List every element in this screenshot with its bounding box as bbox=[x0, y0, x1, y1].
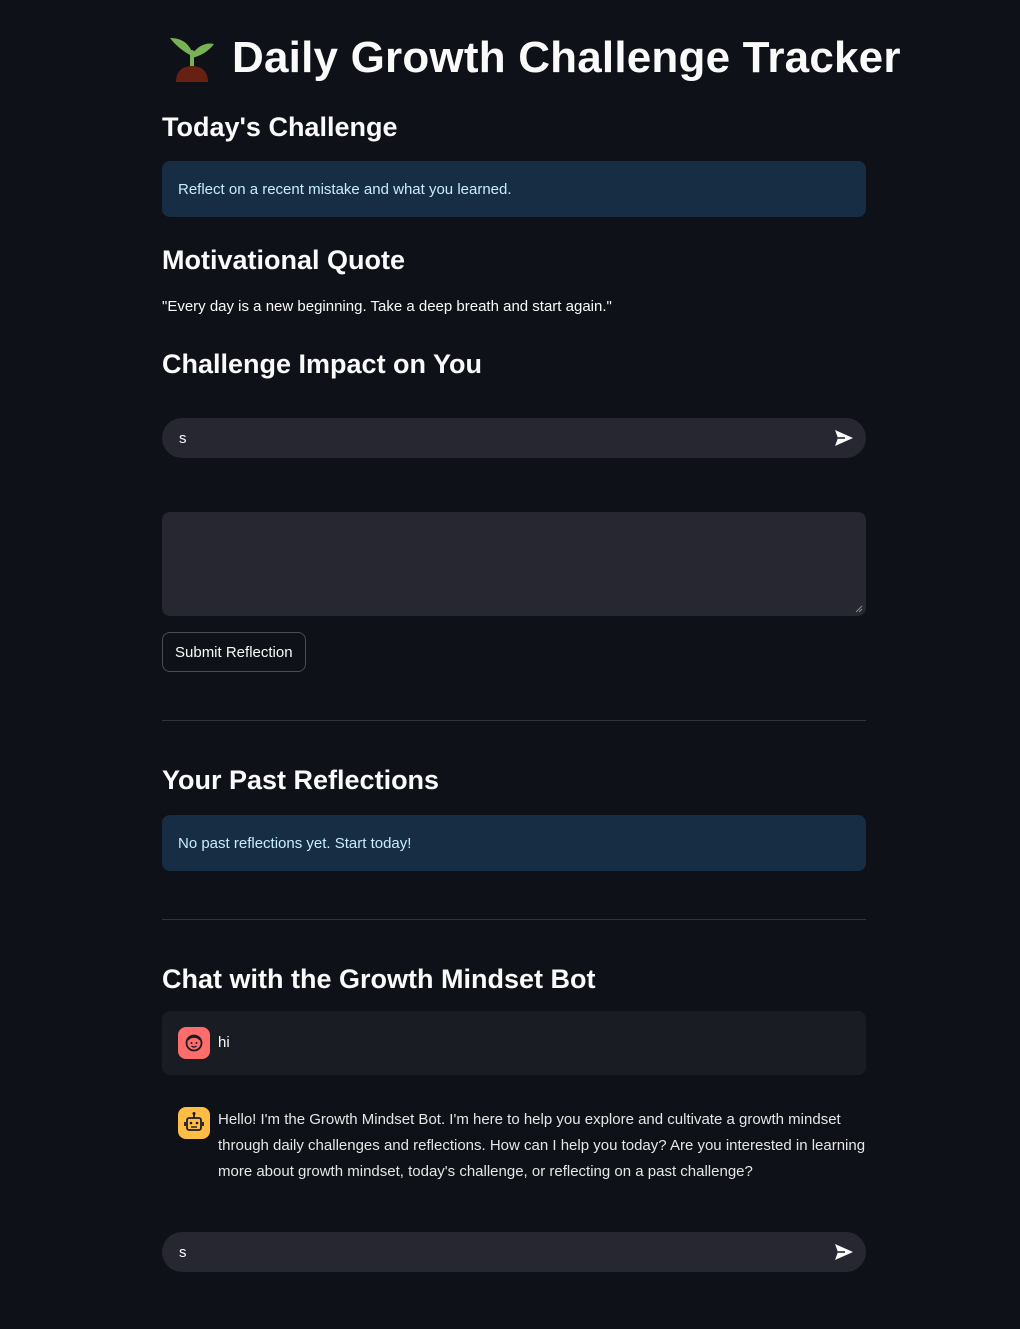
chat-heading: Chat with the Growth Mindset Bot bbox=[162, 964, 596, 994]
challenge-text: Reflect on a recent mistake and what you… bbox=[178, 180, 512, 198]
submit-reflection-button[interactable]: Submit Reflection bbox=[162, 632, 306, 672]
reflection-textarea[interactable] bbox=[162, 512, 866, 616]
past-reflections-empty-text: No past reflections yet. Start today! bbox=[178, 834, 412, 852]
divider bbox=[162, 720, 866, 721]
chat-message-user bbox=[162, 1011, 866, 1075]
chat-message-user-text: hi bbox=[218, 1034, 230, 1051]
seedling-icon bbox=[170, 38, 214, 82]
past-reflections-heading: Your Past Reflections bbox=[162, 765, 440, 795]
chat-message-assistant-text: Hello! I'm the Growth Mindset Bot. I'm h… bbox=[218, 1111, 866, 1180]
chat-input[interactable]: s bbox=[162, 1232, 866, 1272]
past-reflections-info-box: No past reflections yet. Start today! bbox=[162, 815, 866, 871]
page-title: Daily Growth Challenge Tracker bbox=[232, 33, 901, 82]
impact-input-value: s bbox=[179, 429, 187, 447]
challenge-info-box: Reflect on a recent mistake and what you… bbox=[162, 161, 866, 217]
send-icon[interactable] bbox=[832, 1240, 856, 1264]
quote-heading: Motivational Quote bbox=[162, 245, 405, 275]
chat-input-value: s bbox=[179, 1243, 187, 1261]
send-icon[interactable] bbox=[832, 426, 856, 450]
impact-chat-input[interactable]: s bbox=[162, 418, 866, 458]
divider bbox=[162, 919, 866, 920]
quote-text: "Every day is a new beginning. Take a de… bbox=[162, 298, 612, 315]
impact-heading: Challenge Impact on You bbox=[162, 349, 483, 379]
robot-icon bbox=[178, 1107, 210, 1139]
resize-grip-icon[interactable] bbox=[855, 605, 863, 613]
challenge-heading: Today's Challenge bbox=[162, 112, 398, 142]
page-title-row: Daily Growth Challenge Tracker bbox=[168, 30, 901, 86]
user-face-icon bbox=[178, 1027, 210, 1059]
